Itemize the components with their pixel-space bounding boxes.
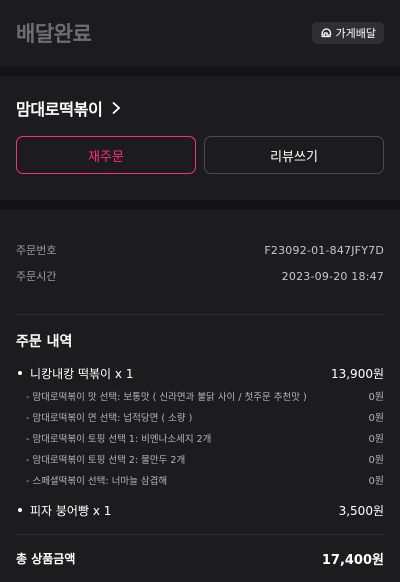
- item-option: - 맘대로떡볶이 맛 선택: 보통맛 ( 신라면과 불닭 사이 / 첫주문 추천…: [16, 385, 384, 406]
- item-option: - 스페셜떡볶이 선택: 너마늘 삼겹해 0원: [16, 469, 384, 490]
- order-details-title: 주문 내역: [16, 334, 73, 350]
- store-name: 맘대로떡볶이: [16, 100, 103, 119]
- option-price: 0원: [368, 476, 384, 487]
- order-time-label: 주문시간: [16, 270, 57, 283]
- item-option: - 맘대로떡볶이 면 선택: 넙적당면 ( 소량 ) 0원: [16, 406, 384, 427]
- item-price: 13,900원: [330, 366, 384, 381]
- option-price: 0원: [368, 392, 384, 403]
- order-time-value: 2023-09-20 18:47: [281, 269, 384, 283]
- store-link[interactable]: 맘대로떡볶이: [16, 96, 384, 120]
- item-name: 니캉내캉 떡볶이 x 1: [30, 366, 134, 381]
- section-divider: [0, 66, 400, 76]
- action-buttons: 재주문 리뷰쓰기: [16, 136, 384, 174]
- item-option: - 맘대로떡볶이 토핑 선택 1: 비엔나소세지 2개 0원: [16, 427, 384, 448]
- item-name: 피자 붕어빵 x 1: [30, 503, 112, 518]
- order-details: 주문 내역 니캉내캉 떡볶이 x 1 13,900원 - 맘대로떡볶이 맛 선택…: [0, 315, 400, 520]
- total-amount-value: 17,400원: [321, 553, 384, 568]
- order-time-row: 주문시간 2023-09-20 18:47: [16, 266, 384, 286]
- reorder-button[interactable]: 재주문: [16, 136, 196, 174]
- delivery-type-badge: 가게배달: [311, 22, 384, 44]
- chevron-right-icon: [111, 101, 121, 115]
- bullet-icon: [18, 508, 22, 512]
- option-name: - 맘대로떡볶이 맛 선택: 보통맛 ( 신라면과 불닭 사이 / 첫주문 추천…: [26, 391, 307, 403]
- order-number-value: F23092-01-847JFY7D: [264, 243, 384, 257]
- option-name: - 맘대로떡볶이 토핑 선택 2: 물만두 2개: [26, 454, 186, 466]
- order-item: 니캉내캉 떡볶이 x 1 13,900원: [16, 363, 384, 383]
- order-meta: 주문번호 F23092-01-847JFY7D 주문시간 2023-09-20 …: [0, 210, 400, 314]
- order-number-label: 주문번호: [16, 244, 57, 257]
- write-review-button[interactable]: 리뷰쓰기: [204, 136, 384, 174]
- item-price: 3,500원: [338, 503, 384, 518]
- delivery-status-title: 배달완료: [16, 22, 92, 46]
- top-bar: 배달완료 가게배달: [0, 0, 400, 66]
- item-option: - 맘대로떡볶이 토핑 선택 2: 물만두 2개 0원: [16, 448, 384, 469]
- delivery-helmet-icon: [320, 27, 332, 39]
- bullet-icon: [18, 371, 22, 375]
- option-name: - 맘대로떡볶이 토핑 선택 1: 비엔나소세지 2개: [26, 433, 212, 445]
- option-price: 0원: [368, 434, 384, 445]
- order-item: 피자 붕어빵 x 1 3,500원: [16, 500, 384, 520]
- total-amount-label: 총 상품금액: [16, 552, 76, 566]
- option-name: - 스페셜떡볶이 선택: 너마늘 삼겹해: [26, 475, 168, 487]
- total-amount-row: 총 상품금액 17,400원: [16, 534, 384, 568]
- order-number-row: 주문번호 F23092-01-847JFY7D: [16, 240, 384, 260]
- option-name: - 맘대로떡볶이 면 선택: 넙적당면 ( 소량 ): [26, 412, 193, 424]
- option-price: 0원: [368, 413, 384, 424]
- option-price: 0원: [368, 455, 384, 466]
- section-divider: [0, 200, 400, 210]
- store-section: 맘대로떡볶이 재주문 리뷰쓰기: [0, 76, 400, 200]
- delivery-type-label: 가게배달: [335, 27, 376, 40]
